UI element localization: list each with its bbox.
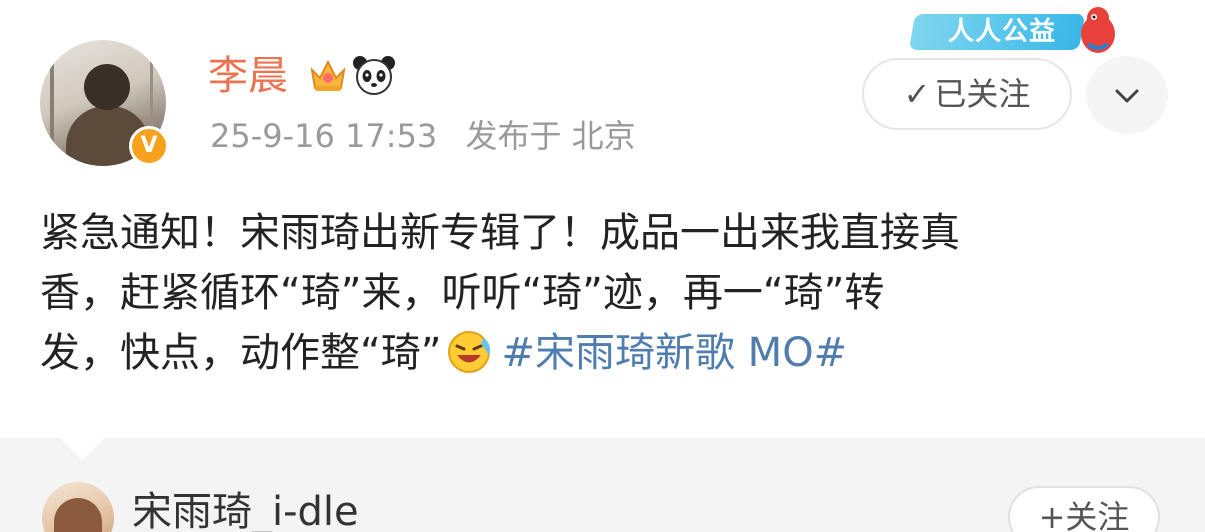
avatar-figure-head (84, 64, 130, 110)
avatar-tree (50, 40, 54, 166)
follow-label: 已关注 (934, 75, 1031, 113)
post-location: 发布于 北京 (465, 117, 636, 155)
avatar-next-figure (54, 498, 102, 532)
more-button[interactable] (1086, 56, 1168, 134)
laughing-tears-emoji (448, 331, 491, 373)
post-content: 紧急通知！宋雨琦出新专辑了！成品一出来我直接真 香，赶紧循环“琦”来，听听“琦”… (40, 203, 1170, 383)
verified-badge-icon: V (129, 126, 169, 166)
content-line-last: 发，快点，动作整“琦” #宋雨琦新歌 MO# (40, 323, 1170, 383)
content-line-text: 发，快点，动作整“琦” (40, 330, 442, 376)
post-time: 25-9-16 17:53 (210, 117, 438, 155)
mascot-icon (1081, 7, 1115, 53)
separator-notch (60, 438, 104, 460)
content-line: 紧急通知！宋雨琦出新专辑了！成品一出来我直接真 (40, 210, 960, 256)
content-line: 香，赶紧循环“琦”来，听听“琦”迹，再一“琦”转 (40, 270, 885, 316)
username[interactable]: 李晨 (208, 52, 288, 100)
follow-button[interactable]: ✓ 已关注 (862, 58, 1072, 130)
weibo-post: V 李晨 25-9-16 17:53 发布于 北京 人人公益 ✓ 已关注 紧急通… (0, 0, 1205, 438)
post-meta: 25-9-16 17:53 发布于 北京 (210, 116, 636, 156)
username-next[interactable]: 宋雨琦_i-dle (132, 488, 359, 532)
crown-icon (310, 59, 346, 91)
follow-button-next[interactable]: +关注 (1008, 486, 1160, 532)
check-icon: ✓ (903, 75, 931, 113)
panda-icon (353, 56, 395, 95)
hashtag-link[interactable]: #宋雨琦新歌 MO# (501, 330, 847, 376)
banner-text: 人人公益 (948, 17, 1057, 47)
chevron-down-icon (1115, 89, 1139, 103)
charity-banner[interactable]: 人人公益 (908, 4, 1120, 56)
